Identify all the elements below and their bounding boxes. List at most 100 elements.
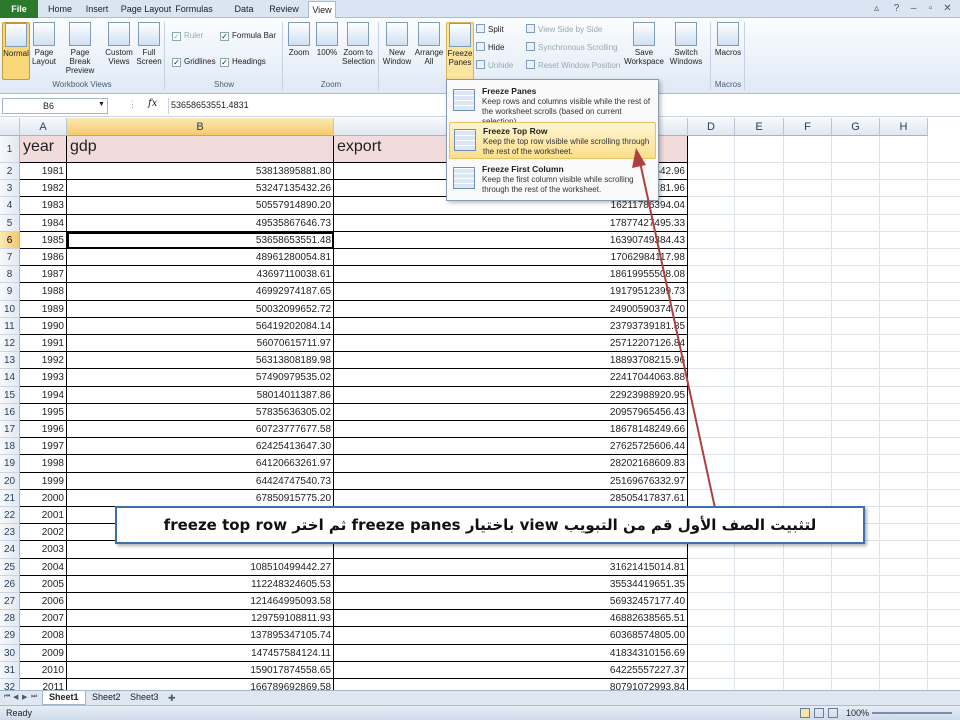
data-cell[interactable]: 80791072993.84 — [334, 679, 688, 690]
data-cell[interactable]: 2011 — [20, 679, 67, 690]
page-break-view-icon[interactable] — [828, 708, 838, 718]
row-header[interactable]: 22 — [0, 507, 20, 525]
data-cell[interactable]: 53813895881.80 — [67, 163, 334, 181]
sheet-nav-icon[interactable]: ◀ — [13, 693, 18, 701]
data-cell[interactable]: 46992974187.65 — [67, 283, 334, 301]
menu-item-freeze-top-row[interactable]: Freeze Top Row Keep the top row visible w… — [449, 122, 656, 159]
data-cell[interactable]: 18619955508.08 — [334, 266, 688, 284]
row-header[interactable]: 27 — [0, 593, 20, 611]
data-cell[interactable]: 57490979535.02 — [67, 369, 334, 387]
data-cell[interactable]: 1999 — [20, 472, 67, 490]
row-header[interactable]: 6 — [0, 231, 20, 249]
row-header[interactable]: 17 — [0, 421, 20, 439]
menu-item-freeze-panes[interactable]: Freeze Panes Keep rows and columns visibl… — [449, 83, 656, 126]
row-header[interactable]: 24 — [0, 541, 20, 559]
row-header[interactable]: 30 — [0, 644, 20, 662]
column-header-a[interactable]: A — [20, 118, 67, 136]
select-all-corner[interactable] — [0, 118, 20, 136]
data-cell[interactable]: 56419202084.14 — [67, 317, 334, 335]
data-cell[interactable]: 1993 — [20, 369, 67, 387]
button-100-[interactable]: 100% — [314, 22, 340, 80]
data-cell[interactable]: 2009 — [20, 644, 67, 662]
button-hide[interactable]: Hide — [476, 42, 504, 53]
data-cell[interactable]: 19179512399.73 — [334, 283, 688, 301]
window-close-icon[interactable]: ✕ — [941, 2, 954, 15]
row-header[interactable]: 11 — [0, 317, 20, 335]
data-cell[interactable]: 2008 — [20, 627, 67, 645]
data-cell[interactable]: 2004 — [20, 558, 67, 576]
button-macros[interactable]: Macros — [714, 22, 742, 80]
tab-insert[interactable]: Insert — [82, 1, 112, 18]
row-header[interactable]: 4 — [0, 197, 20, 215]
sheet-tab-sheet2[interactable]: Sheet2 — [86, 691, 127, 705]
window-restore-icon[interactable]: ▫ — [924, 2, 937, 15]
tab-view[interactable]: View — [308, 1, 336, 19]
row-header[interactable]: 13 — [0, 352, 20, 370]
row-header[interactable]: 21 — [0, 489, 20, 507]
tab-review[interactable]: Review — [266, 1, 302, 18]
data-cell[interactable]: 1986 — [20, 249, 67, 267]
data-cell[interactable]: 35534419651.35 — [334, 575, 688, 593]
button-normal[interactable]: Normal — [2, 22, 30, 80]
data-cell[interactable]: 50032099652.72 — [67, 300, 334, 318]
data-cell[interactable]: 2002 — [20, 524, 67, 542]
row-header[interactable]: 5 — [0, 214, 20, 232]
row-header[interactable]: 25 — [0, 558, 20, 576]
row-header[interactable]: 26 — [0, 575, 20, 593]
checkbox-formula-bar[interactable]: ✓ Formula Bar — [220, 30, 276, 41]
data-cell[interactable]: 137895347105.74 — [67, 627, 334, 645]
data-cell[interactable]: 53247135432.26 — [67, 180, 334, 198]
name-box-dropdown-icon[interactable]: ▼ — [98, 101, 105, 108]
minimize-ribbon-icon[interactable]: ▵ — [870, 2, 883, 15]
button-page-layout[interactable]: Page Layout — [31, 22, 57, 80]
button-switch-windows[interactable]: Switch Windows — [666, 22, 706, 80]
data-cell[interactable]: 121464995093.58 — [67, 593, 334, 611]
checkbox-headings[interactable]: ✓ Headings — [220, 56, 266, 67]
button-split[interactable]: Split — [476, 24, 504, 35]
button-arrange-all[interactable]: Arrange All — [414, 22, 444, 80]
data-cell[interactable]: 17877427495.33 — [334, 214, 688, 232]
data-cell[interactable]: 50557914890.20 — [67, 197, 334, 215]
worksheet-grid[interactable]: ABCDEFGH12345678910111213141516171819202… — [0, 118, 960, 690]
tab-home[interactable]: Home — [42, 1, 78, 18]
button-zoom[interactable]: Zoom — [286, 22, 312, 80]
data-cell[interactable]: 22923988920.95 — [334, 386, 688, 404]
data-cell[interactable]: 56932457177.40 — [334, 593, 688, 611]
row-header[interactable]: 18 — [0, 438, 20, 456]
data-cell[interactable]: 17062984117.98 — [334, 249, 688, 267]
data-cell[interactable]: 1990 — [20, 317, 67, 335]
data-cell[interactable]: 1991 — [20, 335, 67, 353]
row-header[interactable]: 31 — [0, 661, 20, 679]
data-cell[interactable]: 2001 — [20, 507, 67, 525]
row-header[interactable]: 23 — [0, 524, 20, 542]
data-cell[interactable]: 18678148249.66 — [334, 421, 688, 439]
column-header-e[interactable]: E — [735, 118, 784, 136]
column-header-g[interactable]: G — [832, 118, 880, 136]
button-new-window[interactable]: New Window — [382, 22, 412, 80]
data-cell[interactable]: 2003 — [20, 541, 67, 559]
data-cell[interactable]: 27625725606.44 — [334, 438, 688, 456]
data-cell[interactable]: 1994 — [20, 386, 67, 404]
data-cell[interactable]: 20957965456.43 — [334, 403, 688, 421]
data-cell[interactable]: 2005 — [20, 575, 67, 593]
data-cell[interactable]: 112248324605.53 — [67, 575, 334, 593]
column-header-f[interactable]: F — [784, 118, 832, 136]
sheet-nav-icon[interactable]: ⏭ — [31, 693, 37, 701]
name-box[interactable]: B6 — [2, 98, 108, 114]
data-cell[interactable]: 108510499442.27 — [67, 558, 334, 576]
data-cell[interactable]: 53658653551.48 — [67, 231, 334, 249]
data-cell[interactable]: 48961280054.81 — [67, 249, 334, 267]
data-cell[interactable]: 159017874558.65 — [67, 661, 334, 679]
zoom-slider[interactable] — [872, 712, 952, 714]
button-page-break-preview[interactable]: Page Break Preview — [60, 22, 100, 80]
data-cell[interactable]: 1983 — [20, 197, 67, 215]
data-cell[interactable]: 18893708215.96 — [334, 352, 688, 370]
button-save-workspace[interactable]: Save Workspace — [624, 22, 664, 80]
data-cell[interactable]: 46882638565.51 — [334, 610, 688, 628]
data-cell[interactable]: 58014011387.86 — [67, 386, 334, 404]
data-cell[interactable]: 41834310156.69 — [334, 644, 688, 662]
tab-data[interactable]: Data — [228, 1, 260, 18]
header-cell-gdp[interactable]: gdp — [67, 136, 334, 163]
data-cell[interactable]: 1988 — [20, 283, 67, 301]
row-header[interactable]: 14 — [0, 369, 20, 387]
